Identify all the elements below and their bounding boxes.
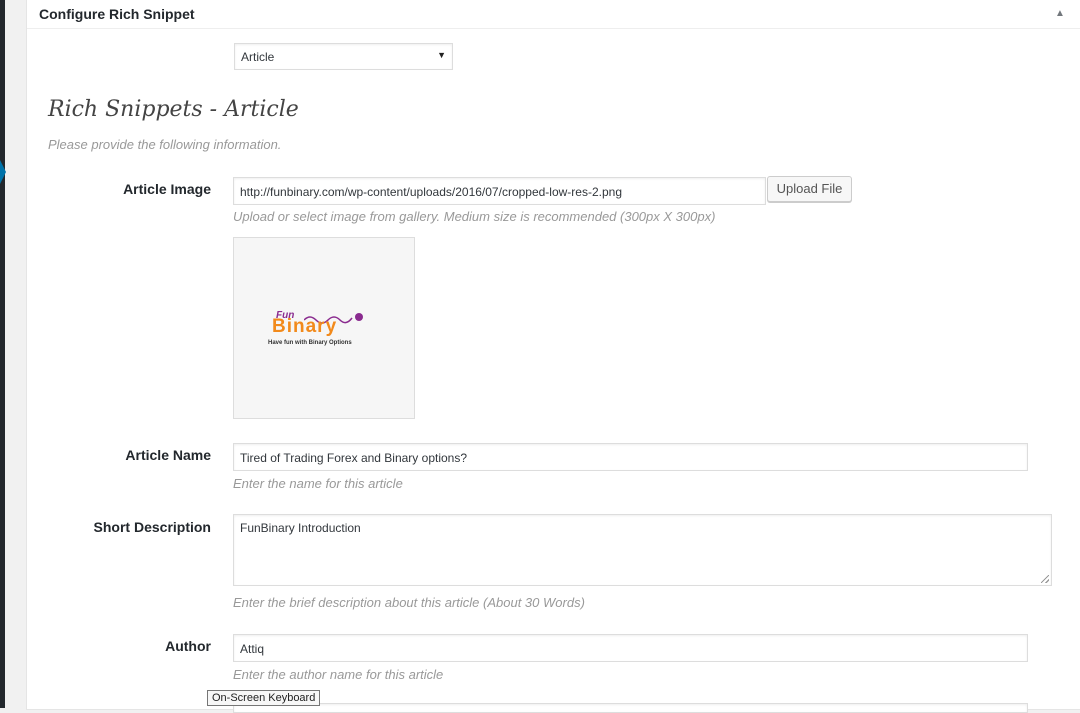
- short-description-textarea[interactable]: FunBinary Introduction: [233, 514, 1052, 586]
- author-hint: Enter the author name for this article: [233, 667, 444, 682]
- article-image-label: Article Image: [123, 181, 211, 197]
- logo-tagline: Have fun with Binary Options: [268, 340, 352, 346]
- funbinary-logo: Fun Binary Have fun with Binary Options: [268, 310, 384, 350]
- article-name-label: Article Name: [125, 447, 211, 463]
- admin-sidebar-edge: [0, 0, 6, 708]
- short-description-hint: Enter the brief description about this a…: [233, 595, 585, 610]
- resize-grip-icon[interactable]: [1041, 575, 1049, 583]
- article-name-input[interactable]: Tired of Trading Forex and Binary option…: [233, 443, 1028, 471]
- short-description-label: Short Description: [93, 519, 211, 535]
- chevron-down-icon: ▼: [437, 50, 446, 60]
- section-heading: Rich Snippets - Article: [48, 97, 299, 122]
- rich-snippet-metabox: Configure Rich Snippet ▲ Article ▼ Rich …: [26, 0, 1080, 713]
- snippet-type-select[interactable]: Article ▼: [234, 43, 453, 70]
- author-input[interactable]: Attiq: [233, 634, 1028, 662]
- active-menu-indicator: [0, 160, 6, 184]
- section-subheading: Please provide the following information…: [48, 137, 282, 152]
- article-name-hint: Enter the name for this article: [233, 476, 403, 491]
- snippet-type-selected: Article: [241, 50, 275, 64]
- metabox-header[interactable]: Configure Rich Snippet ▲: [27, 0, 1080, 29]
- short-description-value: FunBinary Introduction: [240, 521, 361, 535]
- article-image-preview[interactable]: Fun Binary Have fun with Binary Options: [233, 237, 415, 419]
- metabox-title: Configure Rich Snippet: [39, 6, 195, 22]
- logo-binary-text: Binary: [272, 316, 338, 337]
- upload-file-button[interactable]: Upload File: [767, 176, 852, 202]
- on-screen-keyboard-tooltip: On-Screen Keyboard: [207, 690, 321, 706]
- article-image-hint: Upload or select image from gallery. Med…: [233, 209, 716, 224]
- author-label: Author: [165, 638, 211, 654]
- article-image-url-input[interactable]: http://funbinary.com/wp-content/uploads/…: [233, 177, 766, 205]
- arrow-up-icon[interactable]: ▲: [1053, 7, 1067, 21]
- next-field-input[interactable]: [233, 703, 1028, 713]
